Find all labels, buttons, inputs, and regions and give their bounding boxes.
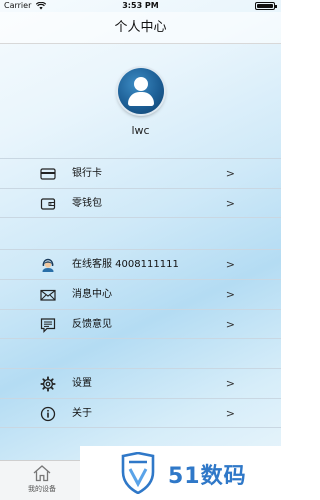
- user-icon: [134, 77, 148, 91]
- menu-item-label: 在线客服 4008111111: [72, 259, 179, 270]
- menu-group-service: 在线客服 4008111111 > 消息中心 > 反馈意见 >: [0, 249, 281, 339]
- menu-item-label: 银行卡: [72, 168, 102, 179]
- nav-bar: 个人中心: [0, 12, 281, 44]
- menu-group-payment: 银行卡 > 零钱包 >: [0, 158, 281, 218]
- tab-my-devices[interactable]: 我的设备: [22, 463, 62, 499]
- tab-label: 我的设备: [28, 485, 56, 493]
- username: lwc: [131, 124, 150, 137]
- status-bar: Carrier 3:53 PM: [0, 0, 281, 12]
- wallet-icon: [40, 196, 56, 212]
- home-icon: [22, 464, 62, 482]
- watermark-text: 51数码: [168, 464, 247, 489]
- chevron-right-icon: >: [225, 407, 235, 420]
- chevron-right-icon: >: [225, 258, 235, 271]
- chevron-right-icon: >: [225, 288, 235, 301]
- menu-item-label: 关于: [72, 408, 92, 419]
- status-time: 3:53 PM: [122, 1, 159, 10]
- customer-service-icon: [40, 257, 56, 273]
- menu-item-wallet[interactable]: 零钱包 >: [0, 188, 281, 218]
- shield-logo-icon: [120, 451, 156, 498]
- menu-item-customer-service[interactable]: 在线客服 4008111111 >: [0, 249, 281, 279]
- menu-item-label: 反馈意见: [72, 319, 112, 330]
- menu-item-feedback[interactable]: 反馈意见 >: [0, 309, 281, 339]
- menu-item-settings[interactable]: 设置 >: [0, 368, 281, 398]
- menu-item-messages[interactable]: 消息中心 >: [0, 279, 281, 309]
- screen: Carrier 3:53 PM 个人中心 lwc 银行卡 > 零钱包 > 在线客…: [0, 0, 281, 500]
- menu-item-bank-card[interactable]: 银行卡 >: [0, 158, 281, 188]
- chevron-right-icon: >: [225, 167, 235, 180]
- menu-item-label: 消息中心: [72, 289, 112, 300]
- menu-item-about[interactable]: 关于 >: [0, 398, 281, 428]
- gear-icon: [40, 376, 56, 392]
- watermark: 51数码: [80, 446, 281, 500]
- card-icon: [40, 166, 56, 182]
- chevron-right-icon: >: [225, 318, 235, 331]
- battery-icon: [255, 2, 277, 10]
- feedback-icon: [40, 317, 56, 333]
- page-title: 个人中心: [114, 20, 167, 35]
- chevron-right-icon: >: [225, 197, 235, 210]
- menu-group-settings: 设置 > 关于 >: [0, 368, 281, 428]
- avatar[interactable]: [118, 68, 164, 114]
- menu-item-label: 设置: [72, 378, 92, 389]
- info-icon: [40, 406, 56, 422]
- menu-item-label: 零钱包: [72, 198, 102, 209]
- chevron-right-icon: >: [225, 377, 235, 390]
- mail-icon: [40, 287, 56, 303]
